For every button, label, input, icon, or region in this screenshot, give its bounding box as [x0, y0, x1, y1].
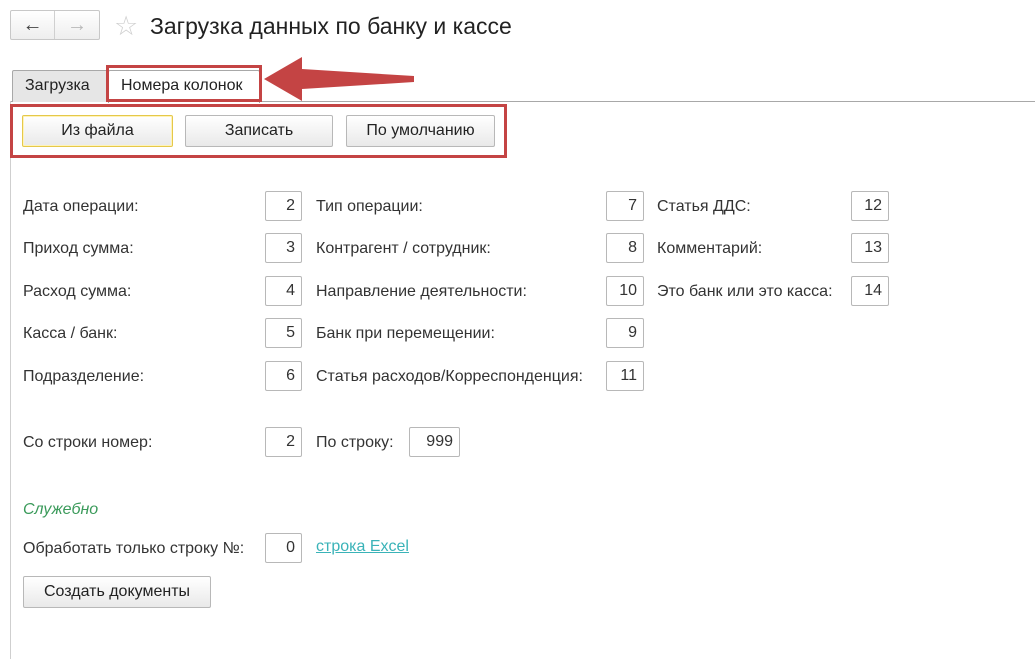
arrow-right-icon: →: [67, 14, 87, 36]
page-title: Загрузка данных по банку и кассе: [150, 13, 512, 39]
date-column-field[interactable]: 2: [265, 191, 302, 221]
department-column-field[interactable]: 6: [265, 361, 302, 391]
from-row-field[interactable]: 2: [265, 427, 302, 457]
save-button[interactable]: Записать: [185, 115, 333, 147]
arrow-left-icon: ←: [22, 14, 43, 36]
income-column-field[interactable]: 3: [265, 233, 302, 263]
cashflow-item-column-field[interactable]: 12: [851, 191, 889, 221]
expense-column-field[interactable]: 4: [265, 276, 302, 306]
expense-item-label: Статья расходов/Корреспонденция:: [316, 368, 583, 385]
annotation-arrow: [264, 57, 414, 101]
cash-bank-label: Касса / банк:: [23, 325, 118, 342]
op-type-column-field[interactable]: 7: [606, 191, 644, 221]
service-section-title: Служебно: [23, 501, 99, 518]
only-row-label: Обработать только строку №:: [23, 540, 245, 557]
to-row-label: По строку:: [316, 434, 394, 451]
op-type-label: Тип операции:: [316, 198, 423, 215]
excel-row-link[interactable]: строка Excel: [316, 538, 409, 556]
cash-bank-column-field[interactable]: 5: [265, 318, 302, 348]
income-label: Приход сумма:: [23, 240, 134, 257]
counterparty-label: Контрагент / сотрудник:: [316, 240, 491, 257]
star-icon[interactable]: ☆: [114, 11, 138, 41]
counterparty-column-field[interactable]: 8: [606, 233, 644, 263]
date-label: Дата операции:: [23, 198, 139, 215]
transfer-bank-label: Банк при перемещении:: [316, 325, 495, 342]
to-row-field[interactable]: 999: [409, 427, 460, 457]
content-left-border: [10, 101, 11, 659]
bank-or-cash-label: Это банк или это касса:: [657, 283, 833, 300]
activity-column-field[interactable]: 10: [606, 276, 644, 306]
tab-column-numbers[interactable]: Номера колонок: [108, 70, 260, 103]
back-button[interactable]: ←: [11, 11, 56, 39]
tab-upload[interactable]: Загрузка: [12, 70, 108, 102]
comment-label: Комментарий:: [657, 240, 763, 257]
navigation-buttons: ← →: [10, 10, 100, 40]
from-file-button[interactable]: Из файла: [22, 115, 173, 147]
default-button[interactable]: По умолчанию: [346, 115, 495, 147]
comment-column-field[interactable]: 13: [851, 233, 889, 263]
cashflow-item-label: Статья ДДС:: [657, 198, 751, 215]
from-row-label: Со строки номер:: [23, 434, 153, 451]
department-label: Подразделение:: [23, 368, 145, 385]
forward-button[interactable]: →: [55, 11, 99, 39]
create-documents-button[interactable]: Создать документы: [23, 576, 211, 608]
expense-label: Расход сумма:: [23, 283, 132, 300]
only-row-field[interactable]: 0: [265, 533, 302, 563]
activity-label: Направление деятельности:: [316, 283, 527, 300]
transfer-bank-column-field[interactable]: 9: [606, 318, 644, 348]
bank-or-cash-column-field[interactable]: 14: [851, 276, 889, 306]
expense-item-column-field[interactable]: 11: [606, 361, 644, 391]
